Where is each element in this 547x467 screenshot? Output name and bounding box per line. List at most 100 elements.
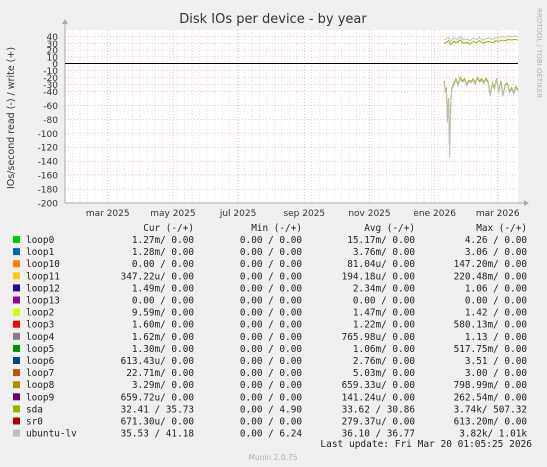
legend-value: 1.06 / 0.00	[465, 283, 527, 294]
rrdtool-credit: RRDTOOL / TOBI OETIKER	[535, 8, 543, 98]
legend-value: 1.13 / 0.00	[465, 332, 527, 343]
legend-value: 36.10 / 36.77	[342, 429, 415, 440]
y-tick-label: -180	[38, 186, 59, 196]
legend-value: 220.48m/ 0.00	[454, 271, 528, 282]
legend-series-name: loop2	[26, 308, 54, 319]
legend-swatch	[13, 296, 20, 304]
legend-value: 1.06m/ 0.00	[353, 344, 415, 355]
legend-value: 194.18u/ 0.00	[342, 271, 416, 282]
legend-swatch	[13, 429, 20, 437]
legend-value: 659.72u/ 0.00	[121, 392, 195, 403]
legend-value: 798.99m/ 0.00	[454, 380, 528, 391]
legend-swatch	[13, 405, 20, 413]
legend-value: 1.30m/ 0.00	[132, 344, 194, 355]
legend-value: 2.34m/ 0.00	[353, 283, 415, 294]
y-tick-label: -160	[38, 172, 59, 182]
legend-value: 0.00 / 0.00	[240, 417, 302, 428]
legend-value: 580.13m/ 0.00	[454, 320, 528, 331]
legend-value: 1.49m/ 0.00	[132, 283, 194, 294]
legend-swatch	[13, 381, 20, 389]
legend-value: 262.54m/ 0.00	[454, 392, 528, 403]
legend-value: 15.17m/ 0.00	[347, 235, 415, 246]
legend-series-name: loop4	[26, 332, 55, 343]
x-axis-arrow	[524, 200, 529, 206]
legend-value: 0.00 / 0.00	[240, 247, 302, 258]
legend-value: 3.82k/ 1.01k	[459, 429, 527, 440]
legend-header: Min (-/+)	[251, 223, 302, 234]
legend-value: 613.43u/ 0.00	[121, 356, 195, 367]
legend-series-name: loop0	[26, 235, 55, 246]
legend-swatch	[13, 320, 20, 328]
legend-value: 32.41 / 35.73	[121, 404, 194, 415]
legend-value: 0.00 / 0.00	[132, 259, 194, 270]
munin-footer: Munin 2.0.75	[248, 453, 297, 462]
legend-value: 22.71m/ 0.00	[126, 368, 194, 379]
legend-swatch	[13, 417, 20, 425]
legend-series-name: loop10	[26, 259, 60, 270]
legend-value: 347.22u/ 0.00	[121, 271, 195, 282]
legend-value: 0.00 / 0.00	[240, 296, 302, 307]
legend-swatch	[13, 332, 20, 340]
legend-series-name: loop5	[26, 344, 54, 355]
x-tick-label: jul 2025	[219, 209, 256, 219]
legend-series-name: loop13	[26, 296, 60, 307]
legend-value: 1.60m/ 0.00	[132, 320, 194, 331]
legend-series-name: loop3	[26, 320, 54, 331]
legend-series-name: loop8	[26, 380, 55, 391]
legend-value: 3.51 / 0.00	[465, 356, 527, 367]
legend-header: Cur (-/+)	[143, 223, 194, 234]
x-tick-label: nov 2025	[348, 209, 390, 219]
legend-value: 5.03m/ 0.00	[353, 368, 415, 379]
legend-value: 33.62 / 30.86	[342, 404, 416, 415]
legend-value: 0.00 / 0.00	[240, 308, 302, 319]
legend-header: Avg (-/+)	[364, 223, 415, 234]
legend-swatch	[13, 272, 20, 280]
legend-value: 765.98u/ 0.00	[342, 332, 416, 343]
legend-swatch	[13, 369, 20, 377]
legend-swatch	[13, 236, 20, 243]
legend-value: 141.24u/ 0.00	[342, 392, 416, 403]
y-tick-label: -60	[43, 102, 58, 112]
legend-value: 4.26 / 0.00	[465, 235, 527, 246]
legend-series-name: loop1	[26, 247, 55, 258]
legend-swatch	[13, 308, 20, 316]
legend-value: 3.29m/ 0.00	[132, 380, 194, 391]
legend-series-name: ubuntu-lv	[26, 429, 77, 440]
legend-series-name: sda	[26, 404, 43, 415]
legend-value: 3.00 / 0.00	[465, 368, 527, 379]
y-tick-label: -200	[38, 200, 59, 210]
legend-value: 1.42 / 0.00	[465, 308, 527, 319]
legend-value: 0.00 / 0.00	[240, 368, 302, 379]
last-update: Last update: Fri Mar 20 01:05:25 2026	[320, 439, 532, 450]
legend-swatch	[13, 393, 20, 401]
legend-series-name: loop11	[26, 271, 60, 282]
legend-series-name: loop7	[26, 368, 54, 379]
legend-value: 0.00 / 0.00	[240, 283, 302, 294]
legend-value: 279.37u/ 0.00	[342, 417, 416, 428]
legend-series-name: loop12	[26, 283, 60, 294]
legend-value: 0.00 / 0.00	[240, 332, 302, 343]
x-tick-label: mar 2026	[476, 209, 520, 219]
legend-value: 3.76m/ 0.00	[353, 247, 415, 258]
legend-value: 3.06 / 0.00	[465, 247, 527, 258]
legend-swatch	[13, 260, 20, 268]
legend-series-name: sr0	[26, 417, 43, 428]
legend-value: 0.00 / 0.00	[240, 259, 302, 270]
legend-value: 0.00 / 0.00	[240, 235, 302, 246]
legend-value: 0.00 / 0.00	[353, 296, 415, 307]
legend-value: 1.27m/ 0.00	[132, 235, 194, 246]
legend-value: 0.00 / 4.90	[240, 404, 302, 415]
legend-value: 1.22m/ 0.00	[353, 320, 415, 331]
legend-value: 0.00 / 0.00	[240, 344, 302, 355]
chart-svg: Disk IOs per device - by year IOs/second…	[6, 8, 543, 462]
y-axis-label: IOs/second read (-) / write (+)	[6, 47, 17, 189]
legend-value: 0.00 / 0.00	[465, 296, 527, 307]
x-tick-label: sep 2025	[283, 209, 325, 219]
legend-value: 1.28m/ 0.00	[132, 247, 194, 258]
legend-value: 517.75m/ 0.00	[454, 344, 528, 355]
legend-swatch	[13, 357, 20, 364]
legend-value: 3.74k/ 507.32	[454, 404, 527, 415]
legend-value: 0.00 / 0.00	[240, 320, 302, 331]
legend-series-name: loop6	[26, 356, 55, 367]
y-tick-label: -80	[43, 116, 58, 126]
